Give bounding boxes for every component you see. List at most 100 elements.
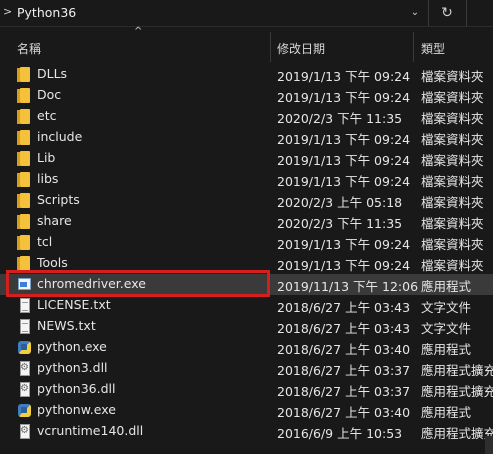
file-row[interactable]: share 2020/2/3 下午 11:35 檔案資料夾 — [0, 211, 493, 232]
file-date: 2018/6/27 上午 03:40 — [277, 405, 411, 420]
sort-ascending-icon: ^ — [134, 26, 143, 37]
folder-icon — [17, 214, 32, 229]
folder-icon — [17, 172, 32, 187]
file-date: 2020/2/3 下午 11:35 — [277, 111, 403, 126]
file-row[interactable]: include 2019/1/13 下午 09:24 檔案資料夾 — [0, 127, 493, 148]
file-row[interactable]: Scripts 2020/2/3 上午 05:18 檔案資料夾 — [0, 190, 493, 211]
file-row[interactable]: Doc 2019/1/13 下午 09:24 檔案資料夾 — [0, 85, 493, 106]
file-date: 2018/6/27 上午 03:37 — [277, 384, 411, 399]
highlight-box — [6, 270, 270, 297]
file-date: 2020/2/3 上午 05:18 — [277, 195, 403, 210]
file-name: NEWS.txt — [37, 318, 96, 333]
file-row[interactable]: python36.dll 2018/6/27 上午 03:37 應用程式擴充 — [0, 379, 493, 400]
chevron-down-icon[interactable]: ⌄ — [402, 0, 428, 26]
file-type: 應用程式 — [421, 279, 472, 294]
file-date: 2019/1/13 下午 09:24 — [277, 69, 411, 84]
file-date: 2019/1/13 下午 09:24 — [277, 132, 411, 147]
file-date: 2019/1/13 下午 09:24 — [277, 174, 411, 189]
file-row[interactable]: LICENSE.txt 2018/6/27 上午 03:43 文字文件 — [0, 295, 493, 316]
file-type: 檔案資料夾 — [421, 153, 484, 168]
folder-icon — [17, 67, 32, 82]
column-header: ^ 名稱 修改日期 類型 — [0, 26, 493, 62]
file-type: 檔案資料夾 — [421, 132, 484, 147]
dll-icon — [17, 424, 32, 439]
file-name: etc — [37, 108, 57, 123]
file-type: 應用程式 — [421, 405, 472, 420]
file-row[interactable]: python.exe 2018/6/27 上午 03:40 應用程式 — [0, 337, 493, 358]
folder-icon — [17, 151, 32, 166]
file-date: 2018/6/27 上午 03:37 — [277, 363, 411, 378]
file-type: 應用程式擴充 — [421, 363, 493, 378]
file-date: 2019/1/13 下午 09:24 — [277, 237, 411, 252]
file-type: 檔案資料夾 — [421, 69, 484, 84]
file-date: 2019/1/13 下午 09:24 — [277, 90, 411, 105]
breadcrumb-path[interactable]: Python36 — [17, 5, 76, 20]
column-divider[interactable] — [270, 32, 271, 62]
column-divider[interactable] — [413, 32, 414, 62]
file-name: vcruntime140.dll — [37, 423, 144, 438]
file-name: include — [37, 129, 83, 144]
file-date: 2019/11/13 下午 12:06 — [277, 279, 419, 294]
file-type: 檔案資料夾 — [421, 258, 484, 273]
file-name: python3.dll — [37, 360, 108, 375]
file-date: 2019/1/13 下午 09:24 — [277, 258, 411, 273]
file-type: 檔案資料夾 — [421, 174, 484, 189]
file-type: 檔案資料夾 — [421, 90, 484, 105]
file-row[interactable]: DLLs 2019/1/13 下午 09:24 檔案資料夾 — [0, 64, 493, 85]
folder-icon — [17, 130, 32, 145]
file-name: Lib — [37, 150, 56, 165]
file-type: 應用程式 — [421, 342, 472, 357]
folder-icon — [17, 88, 32, 103]
python-icon — [17, 340, 32, 355]
breadcrumb-chevron-icon[interactable]: > — [3, 5, 12, 18]
file-name: Doc — [37, 87, 62, 102]
folder-icon — [17, 193, 32, 208]
file-date: 2018/6/27 上午 03:43 — [277, 300, 411, 315]
file-row[interactable]: NEWS.txt 2018/6/27 上午 03:43 文字文件 — [0, 316, 493, 337]
file-row[interactable]: tcl 2019/1/13 下午 09:24 檔案資料夾 — [0, 232, 493, 253]
column-header-type[interactable]: 類型 — [421, 40, 445, 57]
scrollbar-thumb[interactable] — [485, 436, 493, 454]
file-type: 檔案資料夾 — [421, 216, 484, 231]
file-row[interactable]: Lib 2019/1/13 下午 09:24 檔案資料夾 — [0, 148, 493, 169]
column-header-name[interactable]: 名稱 — [17, 40, 41, 57]
file-name: Scripts — [37, 192, 80, 207]
file-date: 2018/6/27 上午 03:40 — [277, 342, 411, 357]
file-date: 2019/1/13 下午 09:24 — [277, 153, 411, 168]
address-bar[interactable]: > Python36 ⌄ ↻ — [0, 0, 493, 27]
folder-icon — [17, 235, 32, 250]
dll-icon — [17, 361, 32, 376]
file-type: 應用程式擴充 — [421, 384, 493, 399]
file-name: tcl — [37, 234, 53, 249]
text-file-icon — [17, 319, 32, 334]
file-name: DLLs — [37, 66, 68, 81]
folder-icon — [17, 109, 32, 124]
file-name: Tools — [37, 255, 68, 270]
file-row[interactable]: vcruntime140.dll 2016/6/9 上午 10:53 應用程式擴充 — [0, 421, 493, 442]
file-type: 文字文件 — [421, 300, 472, 315]
file-date: 2018/6/27 上午 03:43 — [277, 321, 411, 336]
file-name: pythonw.exe — [37, 402, 116, 417]
python-icon — [17, 403, 32, 418]
folder-icon — [17, 256, 32, 271]
address-divider — [466, 0, 467, 26]
file-date: 2020/2/3 下午 11:35 — [277, 216, 403, 231]
file-type: 檔案資料夾 — [421, 111, 484, 126]
column-header-date[interactable]: 修改日期 — [277, 40, 325, 57]
text-file-icon — [17, 298, 32, 313]
file-name: libs — [37, 171, 59, 186]
file-type: 應用程式擴充 — [421, 426, 493, 441]
file-row[interactable]: pythonw.exe 2018/6/27 上午 03:40 應用程式 — [0, 400, 493, 421]
file-row[interactable]: libs 2019/1/13 下午 09:24 檔案資料夾 — [0, 169, 493, 190]
refresh-icon[interactable]: ↻ — [428, 0, 465, 26]
file-name: LICENSE.txt — [37, 297, 111, 312]
dll-icon — [17, 382, 32, 397]
file-date: 2016/6/9 上午 10:53 — [277, 426, 403, 441]
file-type: 檔案資料夾 — [421, 195, 484, 210]
file-name: python.exe — [37, 339, 107, 354]
file-type: 檔案資料夾 — [421, 237, 484, 252]
file-name: python36.dll — [37, 381, 116, 396]
file-row[interactable]: etc 2020/2/3 下午 11:35 檔案資料夾 — [0, 106, 493, 127]
file-row[interactable]: python3.dll 2018/6/27 上午 03:37 應用程式擴充 — [0, 358, 493, 379]
file-type: 文字文件 — [421, 321, 472, 336]
